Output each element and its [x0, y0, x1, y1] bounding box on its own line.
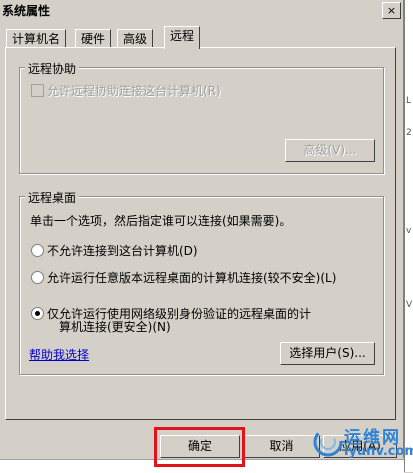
tab-remote[interactable]: 远程	[164, 26, 201, 49]
background-text-fragment: V	[406, 300, 413, 310]
watermark-swirl-icon	[313, 427, 343, 457]
tab-hardware[interactable]: 硬件	[75, 29, 112, 48]
system-properties-dialog: 系统属性 × 计算机名 硬件 高级 远程 远程协助 允许远程协助连接这台计算机(…	[0, 0, 404, 458]
allow-remote-assist-checkbox[interactable]	[31, 84, 44, 97]
allow-remote-assist-label: 允许远程协助连接这台计算机(R)	[47, 84, 221, 98]
watermark-en: iyunv.com	[344, 444, 413, 459]
remote-desktop-instruction: 单击一个选项，然后指定谁可以连接(如果需要)。	[30, 214, 292, 228]
remote-desktop-group-title: 远程桌面	[25, 189, 80, 206]
radio-allow-any-version[interactable]	[31, 271, 44, 284]
title-bar: 系统属性 ×	[0, 0, 403, 20]
radio-allow-any-version-label: 允许运行任意版本远程桌面的计算机连接(较不安全)(L)	[47, 271, 337, 285]
cancel-button[interactable]: 取消	[243, 435, 320, 458]
select-users-button[interactable]: 选择用户(S)...	[280, 342, 375, 365]
tab-computer-name[interactable]: 计算机名	[6, 29, 67, 48]
remote-assist-advanced-button[interactable]: 高级(V)...	[285, 139, 375, 162]
radio-disallow-connections[interactable]	[31, 244, 44, 257]
background-window-strip	[404, 0, 413, 472]
background-text-fragment: 2	[406, 128, 412, 138]
radio-allow-nla-only[interactable]	[31, 307, 44, 320]
radio-allow-nla-only-label-line2: 算机连接(更安全)(N)	[59, 320, 171, 334]
window-title: 系统属性	[2, 4, 51, 18]
radio-disallow-connections-label: 不允许连接到这台计算机(D)	[47, 244, 198, 258]
background-text-fragment: v	[406, 226, 412, 236]
remote-assist-group-title: 远程协助	[25, 60, 80, 77]
highlight-box	[154, 427, 245, 467]
tab-advanced[interactable]: 高级	[117, 29, 154, 48]
watermark-logo: 运维网 iyunv.com	[310, 423, 413, 465]
close-button[interactable]: ×	[382, 2, 401, 19]
help-me-choose-link[interactable]: 帮助我选择	[29, 346, 89, 363]
background-text-fragment: L	[406, 96, 412, 106]
